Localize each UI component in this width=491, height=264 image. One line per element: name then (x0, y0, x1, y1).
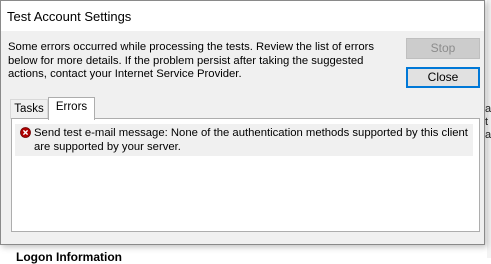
stop-button[interactable]: Stop (406, 38, 480, 59)
errors-panel: Send test e-mail message: None of the au… (11, 118, 480, 232)
close-button[interactable]: Close (406, 67, 480, 88)
errors-list: Send test e-mail message: None of the au… (15, 122, 476, 228)
error-icon (20, 127, 31, 138)
background-text-fragment: at (485, 129, 491, 141)
dialog-title: Test Account Settings (7, 9, 132, 24)
tab-tasks[interactable]: Tasks (10, 99, 48, 119)
background-text-fragment: at (485, 103, 491, 115)
background-text-fragment: t (485, 116, 489, 128)
test-account-settings-dialog: Test Account Settings Some errors occurr… (0, 0, 485, 245)
background-section-heading: Logon Information (16, 250, 122, 264)
list-item[interactable]: Send test e-mail message: None of the au… (15, 124, 473, 156)
status-message: Some errors occurred while processing th… (8, 41, 375, 80)
error-message: Send test e-mail message: None of the au… (34, 127, 468, 153)
dialog-titlebar[interactable]: Test Account Settings (1, 1, 484, 31)
tab-errors[interactable]: Errors (48, 97, 95, 120)
